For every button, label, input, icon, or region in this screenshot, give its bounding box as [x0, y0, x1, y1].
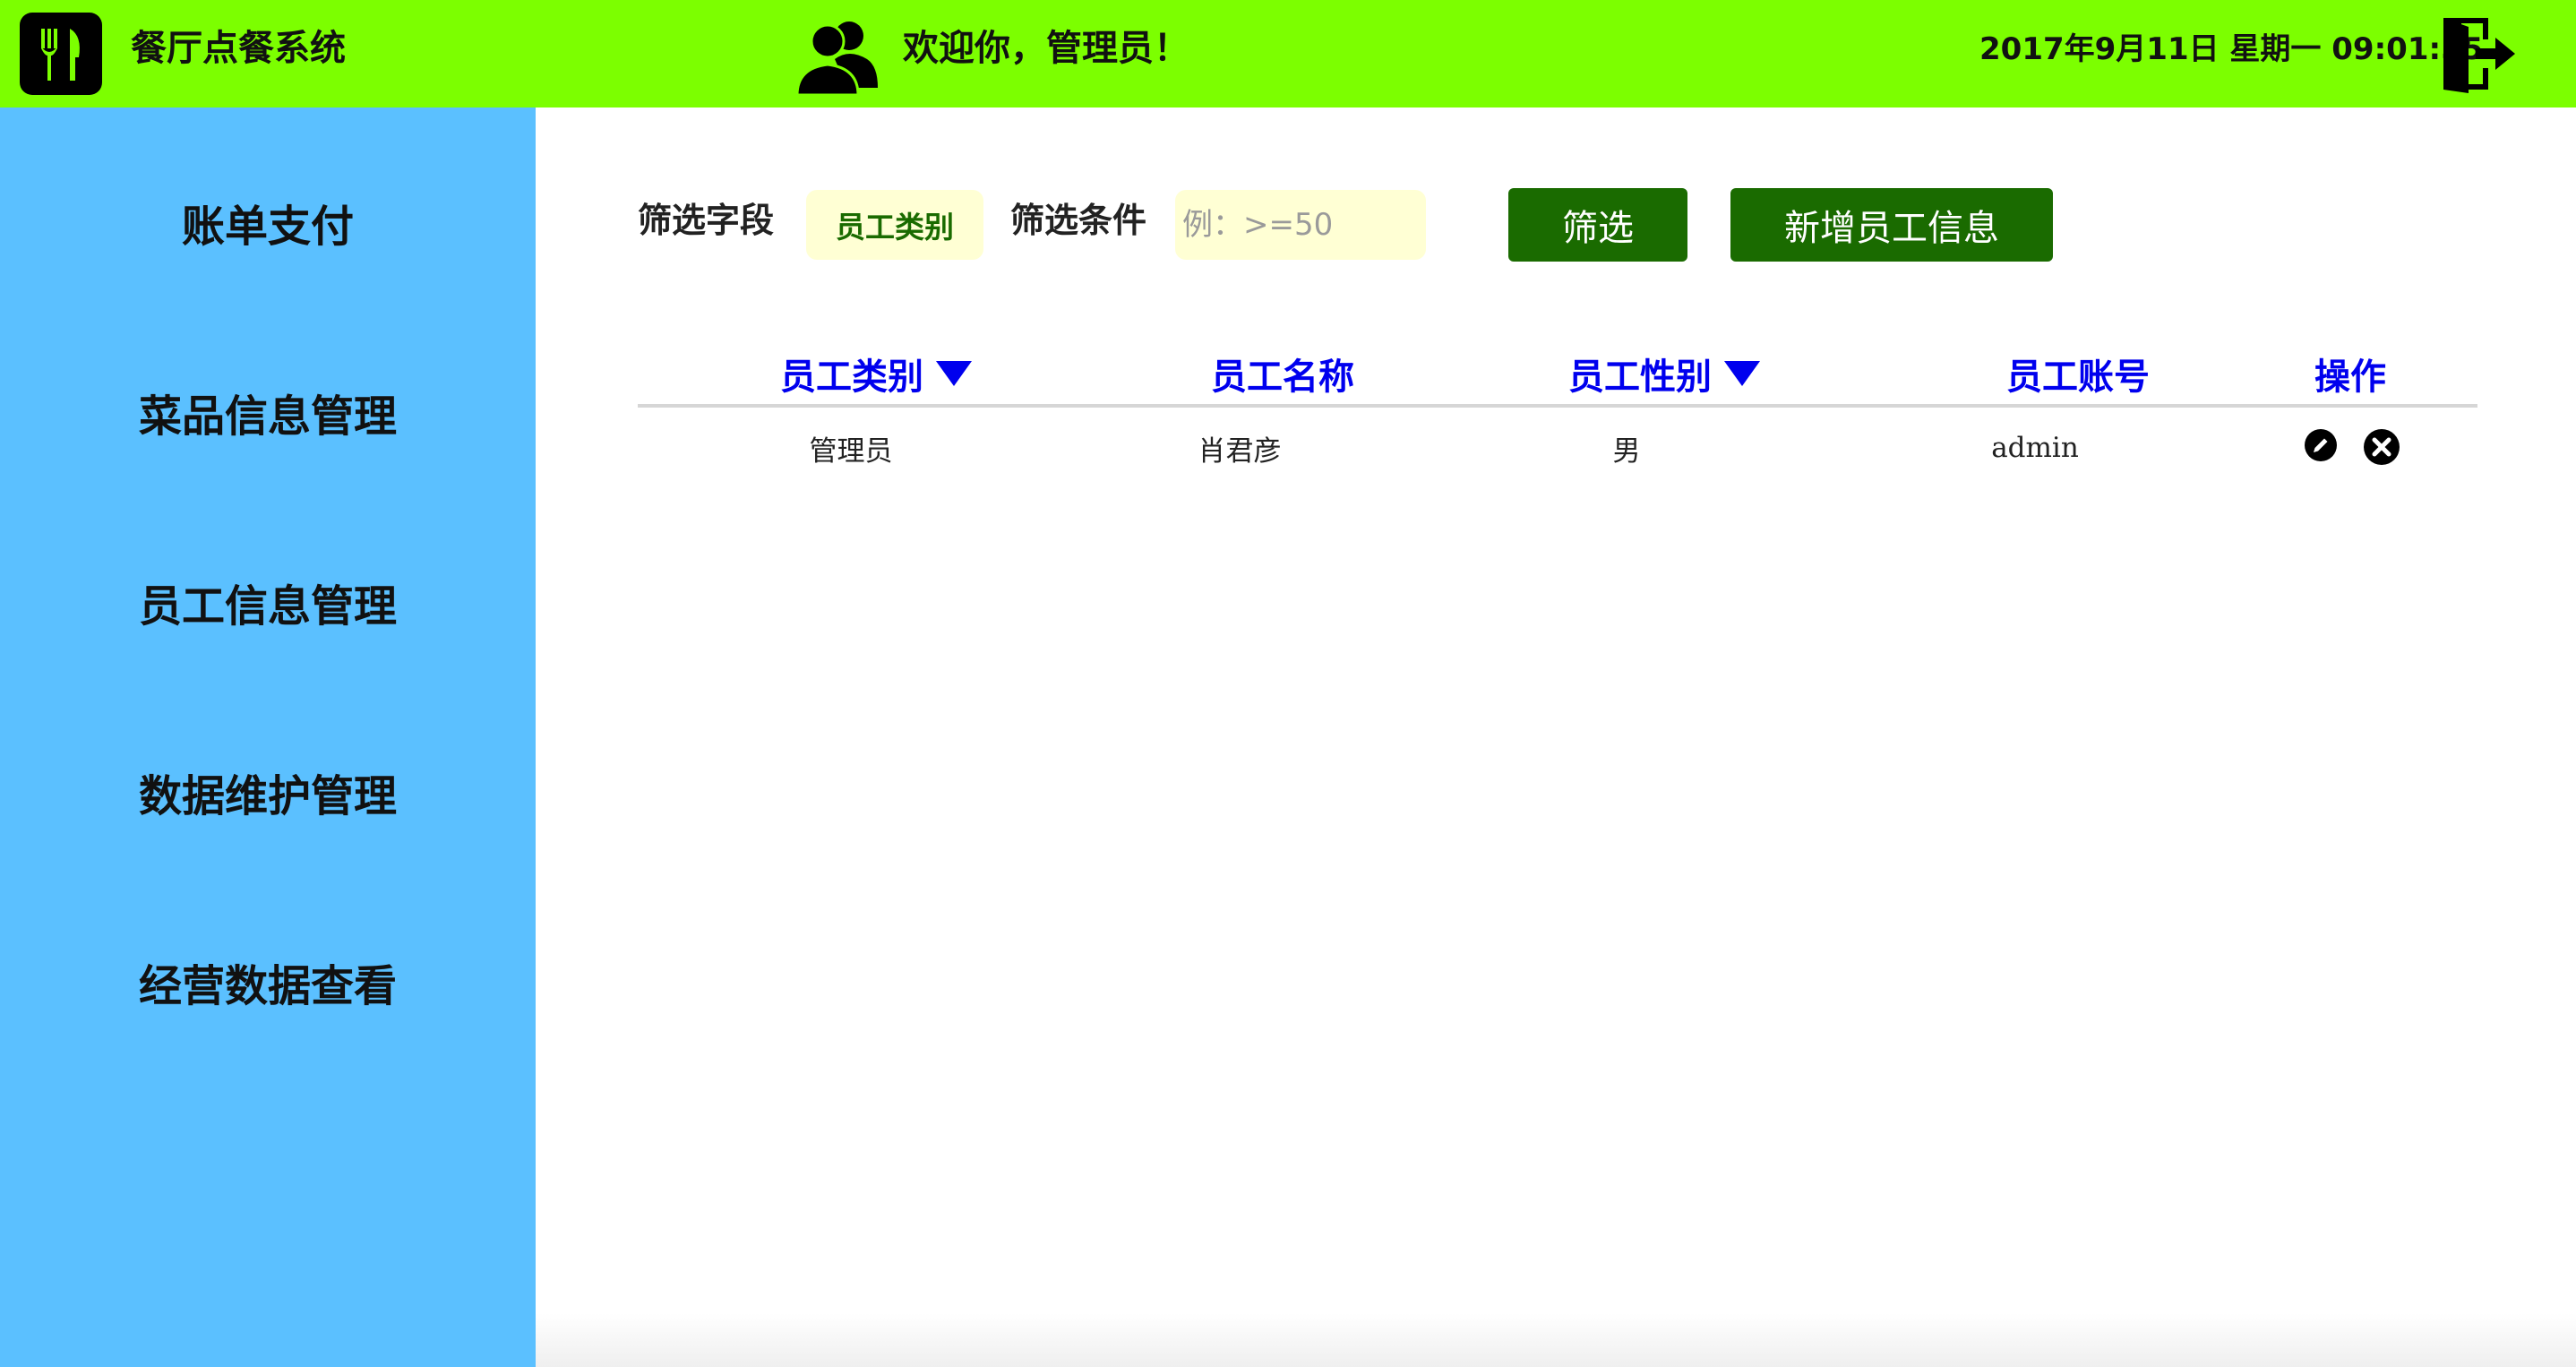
- main-content: 筛选字段 员工类别 筛选条件 筛选 新增员工信息 员工类别 员工名称 员工性别 …: [536, 107, 2576, 1367]
- column-header-staff-type: 员工类别: [742, 342, 1010, 405]
- filter-button[interactable]: 筛选: [1508, 188, 1687, 262]
- column-header-label: 员工性别: [1568, 357, 1712, 398]
- sidebar-item-data-maintenance[interactable]: 数据维护管理: [0, 747, 536, 837]
- column-header-staff-gender: 员工性别: [1530, 342, 1799, 405]
- column-header-label: 员工账号: [2006, 357, 2150, 398]
- users-icon: [794, 13, 880, 102]
- sidebar-item-bill-payment[interactable]: 账单支付: [0, 177, 536, 267]
- sidebar: 账单支付 菜品信息管理 员工信息管理 数据维护管理 经营数据查看: [0, 107, 536, 1367]
- sidebar-item-business-data[interactable]: 经营数据查看: [0, 937, 536, 1027]
- sort-down-icon[interactable]: [1724, 361, 1760, 386]
- column-header-label: 操作: [2314, 357, 2386, 398]
- column-header-staff-account: 员工账号: [1944, 342, 2212, 405]
- top-header: 餐厅点餐系统 欢迎你，管理员！ 2017年9月11日 星期一 09:01:55: [0, 0, 2576, 107]
- sidebar-item-staff-management[interactable]: 员工信息管理: [0, 557, 536, 647]
- filter-field-select[interactable]: 员工类别: [806, 190, 983, 260]
- table-cell-staff-name: 肖君彦: [1198, 434, 1282, 468]
- sort-down-icon[interactable]: [936, 361, 972, 386]
- table-cell-staff-account: admin: [1991, 432, 2079, 464]
- column-header-label: 员工名称: [1211, 357, 1354, 398]
- column-header-staff-name: 员工名称: [1148, 342, 1417, 405]
- app-title: 餐厅点餐系统: [131, 28, 346, 69]
- fork-knife-icon: [20, 13, 102, 95]
- table-header-divider: [638, 404, 2477, 408]
- add-staff-button[interactable]: 新增员工信息: [1730, 188, 2053, 262]
- delete-icon[interactable]: [2363, 428, 2400, 469]
- filter-field-label: 筛选字段: [638, 201, 775, 240]
- filter-condition-input[interactable]: [1175, 190, 1426, 260]
- current-datetime: 2017年9月11日 星期一 09:01:55: [1979, 31, 2484, 67]
- table-cell-staff-gender: 男: [1612, 434, 1641, 468]
- edit-icon[interactable]: [2304, 428, 2338, 466]
- logout-icon[interactable]: [2438, 13, 2524, 99]
- sidebar-item-dish-management[interactable]: 菜品信息管理: [0, 367, 536, 457]
- filter-condition-label: 筛选条件: [1010, 201, 1147, 240]
- welcome-message: 欢迎你，管理员！: [903, 28, 1189, 69]
- table-cell-staff-type: 管理员: [809, 434, 893, 468]
- bottom-shadow: [536, 1313, 2576, 1367]
- column-header-label: 员工类别: [780, 357, 923, 398]
- column-header-actions: 操作: [2261, 342, 2440, 405]
